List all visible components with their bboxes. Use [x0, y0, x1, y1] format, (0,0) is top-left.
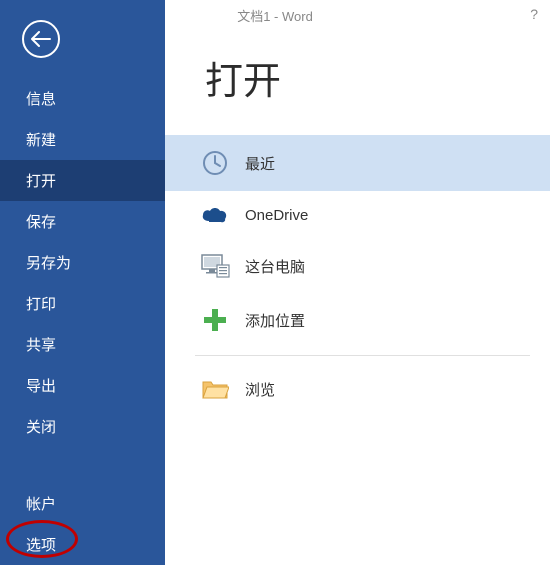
nav-item-options-label: 选项 — [26, 537, 56, 554]
location-browse[interactable]: 浏览 — [165, 364, 550, 414]
nav-item-share[interactable]: 共享 — [0, 324, 165, 365]
nav-item-saveas[interactable]: 另存为 — [0, 242, 165, 283]
backstage-sidebar: 信息 新建 打开 保存 另存为 打印 共享 导出 关闭 帐户 选项 — [0, 0, 165, 565]
back-button[interactable] — [22, 20, 60, 58]
plus-icon — [195, 307, 235, 333]
nav-item-options[interactable]: 选项 — [0, 524, 165, 565]
location-label: 添加位置 — [245, 310, 305, 331]
nav-item-export[interactable]: 导出 — [0, 365, 165, 406]
computer-icon — [195, 253, 235, 279]
location-label: 这台电脑 — [245, 256, 305, 277]
nav-item-account[interactable]: 帐户 — [0, 483, 165, 524]
clock-icon — [195, 149, 235, 177]
nav-item-print[interactable]: 打印 — [0, 283, 165, 324]
location-onedrive[interactable]: OneDrive — [165, 191, 550, 239]
location-thispc[interactable]: 这台电脑 — [165, 239, 550, 293]
folder-icon — [195, 378, 235, 400]
nav-item-new[interactable]: 新建 — [0, 119, 165, 160]
location-label: 最近 — [245, 153, 275, 174]
open-location-list: 最近 OneDrive — [165, 135, 550, 414]
nav-item-open[interactable]: 打开 — [0, 160, 165, 201]
back-arrow-icon — [31, 31, 51, 47]
onedrive-icon — [195, 205, 235, 225]
location-addplace[interactable]: 添加位置 — [165, 293, 550, 347]
page-title: 打开 — [205, 50, 550, 105]
window-title: 文档1 - Word — [0, 6, 550, 25]
nav-item-info[interactable]: 信息 — [0, 78, 165, 119]
nav-item-close[interactable]: 关闭 — [0, 406, 165, 447]
location-recent[interactable]: 最近 — [165, 135, 550, 191]
nav-item-save[interactable]: 保存 — [0, 201, 165, 242]
location-label: OneDrive — [245, 207, 308, 224]
location-label: 浏览 — [245, 379, 275, 400]
main-panel: 打开 最近 OneDrive — [165, 0, 550, 565]
divider — [195, 355, 530, 356]
